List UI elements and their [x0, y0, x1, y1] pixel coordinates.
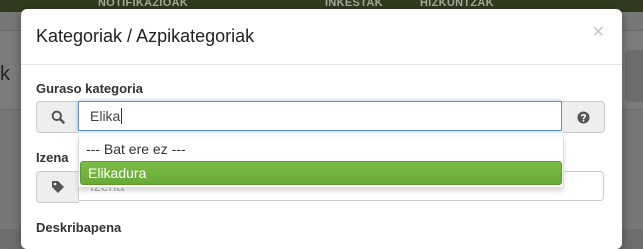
name-label: Izena: [36, 150, 69, 165]
dropdown-option-elikadura[interactable]: Elikadura: [80, 161, 562, 185]
search-icon: [36, 101, 79, 133]
background-text-fragment: k: [0, 63, 10, 85]
parent-category-group: Elika: [36, 101, 605, 133]
modal-title: Kategoriak / Azpikategoriak: [36, 26, 255, 46]
bg-nav-item: HIZKUNTZAK: [420, 0, 494, 9]
autocomplete-dropdown: --- Bat ere ez --- Elikadura: [78, 137, 564, 188]
bg-nav-item: NOTIFIKAZIOAK: [98, 0, 189, 9]
dropdown-option-none[interactable]: --- Bat ere ez ---: [79, 137, 563, 161]
modal-header: Kategoriak / Azpikategoriak ×: [21, 9, 622, 65]
parent-category-label: Guraso kategoria: [36, 81, 143, 96]
tag-icon: [36, 171, 79, 203]
background-button: [625, 50, 643, 102]
close-button[interactable]: ×: [592, 22, 604, 42]
question-circle-icon[interactable]: [562, 101, 605, 133]
bg-nav-item: INKESTAK: [325, 0, 383, 9]
text-caret: [121, 108, 123, 124]
parent-category-value: Elika: [90, 108, 121, 124]
parent-category-input[interactable]: Elika: [78, 101, 562, 131]
description-label: Deskribapena: [36, 220, 122, 235]
